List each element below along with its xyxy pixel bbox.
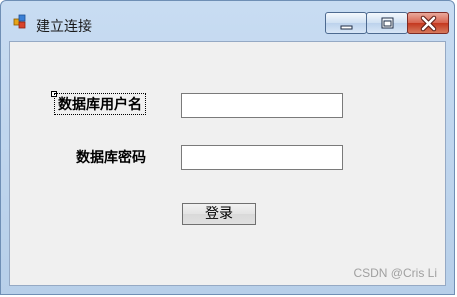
close-button[interactable] (407, 12, 449, 34)
maximize-icon (381, 17, 394, 29)
password-input[interactable] (181, 145, 343, 170)
password-label: 数据库密码 (76, 150, 146, 166)
username-input[interactable] (181, 93, 343, 118)
minimize-icon (340, 25, 353, 30)
maximize-button[interactable] (366, 12, 408, 34)
watermark-text: CSDN @Cris Li (353, 266, 437, 280)
login-button[interactable]: 登录 (182, 203, 256, 225)
minimize-button[interactable] (325, 12, 367, 34)
username-label: 数据库用户名 (54, 93, 146, 115)
window-title: 建立连接 (36, 19, 92, 35)
application-icon (13, 14, 29, 30)
app-window: 建立连接 数据库用户名 数据库密码 登录 CSDN @Cris Li (0, 0, 455, 295)
title-bar[interactable]: 建立连接 (1, 1, 454, 41)
close-icon (420, 15, 437, 32)
form-client-area: 数据库用户名 数据库密码 登录 CSDN @Cris Li (9, 41, 446, 286)
